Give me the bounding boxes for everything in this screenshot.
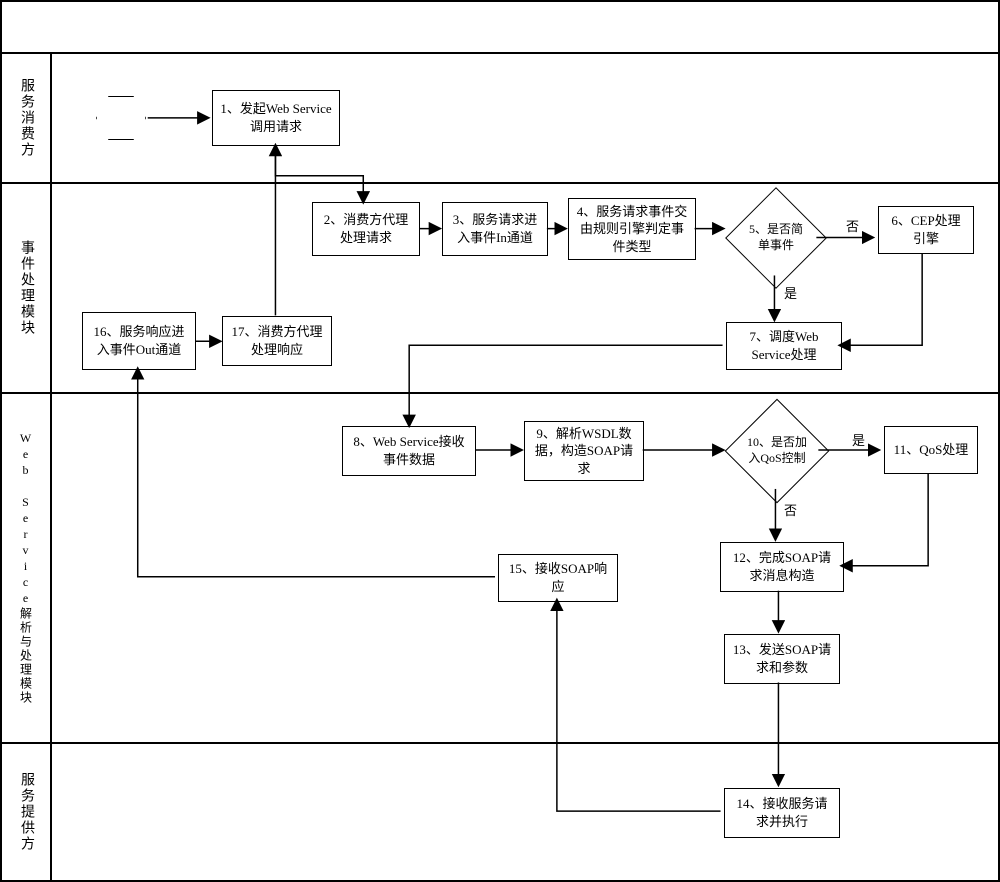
node-3: 3、服务请求进入事件In通道 xyxy=(442,202,548,256)
edge-label-no10: 否 xyxy=(784,500,797,519)
lane-label-text: 事件处理模块 xyxy=(16,240,36,336)
node-16: 16、服务响应进入事件Out通道 xyxy=(82,312,196,370)
node-3-text: 3、服务请求进入事件In通道 xyxy=(449,211,541,246)
start-node xyxy=(96,96,146,140)
node-13: 13、发送SOAP请求和参数 xyxy=(724,634,840,684)
lane-content-ws: 8、Web Service接收事件数据 9、解析WSDL数据，构造SOAP请求 … xyxy=(52,394,998,742)
node-1-text: 1、发起Web Service调用请求 xyxy=(219,100,333,135)
node-6-text: 6、CEP处理引擎 xyxy=(885,212,967,247)
lane-label-provider: 服务提供方 xyxy=(2,744,52,880)
swimlane-diagram: 服务消费方 1、发起Web Service调用请求 事件处理模块 2、消费方代理… xyxy=(0,0,1000,882)
node-1: 1、发起Web Service调用请求 xyxy=(212,90,340,146)
node-9-text: 9、解析WSDL数据，构造SOAP请求 xyxy=(531,425,637,478)
lane-content-provider: 14、接收服务请求并执行 xyxy=(52,744,998,880)
node-6: 6、CEP处理引擎 xyxy=(878,206,974,254)
lane-content-event: 2、消费方代理处理请求 3、服务请求进入事件In通道 4、服务请求事件交由规则引… xyxy=(52,184,998,392)
node-15: 15、接收SOAP响应 xyxy=(498,554,618,602)
node-12: 12、完成SOAP请求消息构造 xyxy=(720,542,844,592)
node-14: 14、接收服务请求并执行 xyxy=(724,788,840,838)
node-11: 11、QoS处理 xyxy=(884,426,978,474)
node-15-text: 15、接收SOAP响应 xyxy=(505,560,611,595)
edge-label-yes10: 是 xyxy=(852,430,865,449)
lane-label-ws: Web Service解析与处理模块 xyxy=(2,394,52,742)
node-10-decision: 10、是否加入QoS控制 xyxy=(740,414,814,488)
edge-label-no5: 否 xyxy=(846,216,859,235)
node-2: 2、消费方代理处理请求 xyxy=(312,202,420,256)
node-4: 4、服务请求事件交由规则引擎判定事件类型 xyxy=(568,198,696,260)
node-17: 17、消费方代理处理响应 xyxy=(222,316,332,366)
lane-content-consumer: 1、发起Web Service调用请求 xyxy=(52,54,998,182)
lane-label-text: Web Service解析与处理模块 xyxy=(18,431,35,705)
node-13-text: 13、发送SOAP请求和参数 xyxy=(731,641,833,676)
node-9: 9、解析WSDL数据，构造SOAP请求 xyxy=(524,421,644,481)
node-5-text: 5、是否简单事件 xyxy=(740,222,812,253)
node-2-text: 2、消费方代理处理请求 xyxy=(319,211,413,246)
edge-label-yes5: 是 xyxy=(784,283,797,302)
lane-event: 事件处理模块 2、消费方代理处理请求 3、服务请求进入事件In通道 4、服务请求… xyxy=(2,184,998,394)
node-14-text: 14、接收服务请求并执行 xyxy=(731,795,833,830)
header-band xyxy=(2,2,998,54)
node-8-text: 8、Web Service接收事件数据 xyxy=(349,433,469,468)
node-17-text: 17、消费方代理处理响应 xyxy=(229,323,325,358)
lane-label-text: 服务消费方 xyxy=(16,78,36,158)
lane-ws: Web Service解析与处理模块 8、Web Service接收事件数据 9… xyxy=(2,394,998,744)
node-10-text: 10、是否加入QoS控制 xyxy=(740,435,814,466)
lane-label-text: 服务提供方 xyxy=(16,772,36,852)
lane-provider: 服务提供方 14、接收服务请求并执行 xyxy=(2,744,998,882)
node-5-decision: 5、是否简单事件 xyxy=(740,202,812,274)
lane-label-event: 事件处理模块 xyxy=(2,184,52,392)
node-7: 7、调度Web Service处理 xyxy=(726,322,842,370)
lanes-container: 服务消费方 1、发起Web Service调用请求 事件处理模块 2、消费方代理… xyxy=(2,54,998,880)
node-7-text: 7、调度Web Service处理 xyxy=(733,328,835,363)
node-8: 8、Web Service接收事件数据 xyxy=(342,426,476,476)
lane-consumer: 服务消费方 1、发起Web Service调用请求 xyxy=(2,54,998,184)
node-4-text: 4、服务请求事件交由规则引擎判定事件类型 xyxy=(575,203,689,256)
node-11-text: 11、QoS处理 xyxy=(894,441,969,459)
node-12-text: 12、完成SOAP请求消息构造 xyxy=(727,549,837,584)
node-16-text: 16、服务响应进入事件Out通道 xyxy=(89,323,189,358)
lane-label-consumer: 服务消费方 xyxy=(2,54,52,182)
